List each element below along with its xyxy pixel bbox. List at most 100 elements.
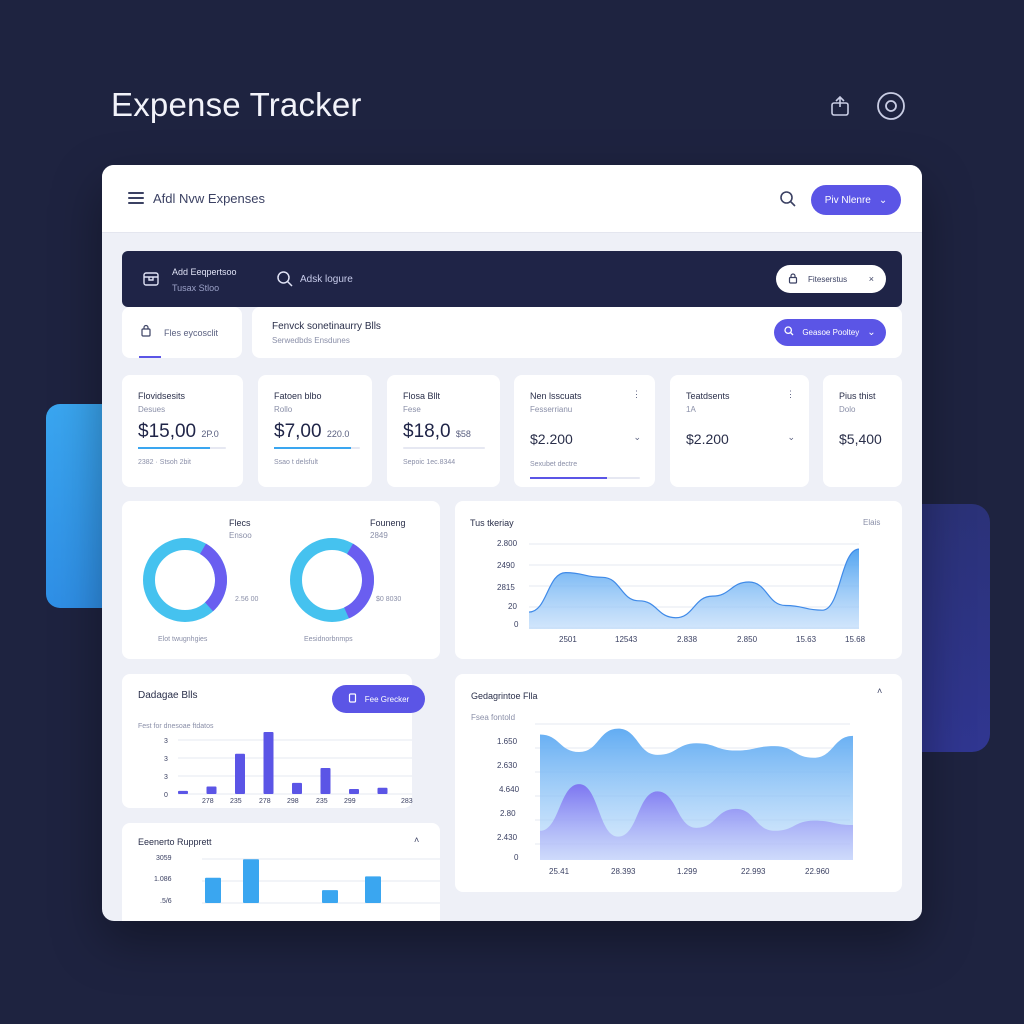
y-tick-label: 2.630 <box>497 761 518 770</box>
trend-chart-card: Tus tkeriay Elais 2.800 2490 2815 20 0 2… <box>455 501 902 659</box>
stat-value: $15,00 2P.0 <box>138 421 219 443</box>
x-tick-label: 283 <box>401 798 413 805</box>
donut-label: Founeng <box>370 518 406 528</box>
y-tick-label: 4.640 <box>499 785 520 794</box>
x-tick-label: 15.68 <box>845 635 866 644</box>
y-tick-label: 1.650 <box>497 737 518 746</box>
donut-caption: Elot twugnhgies <box>158 636 208 643</box>
stat-progress-fill <box>530 477 607 479</box>
chevron-down-icon[interactable]: ⌄ <box>633 432 641 443</box>
stat-value: $5,400 <box>839 431 882 447</box>
x-tick-label: 278 <box>259 798 271 805</box>
search-icon[interactable] <box>779 190 797 213</box>
more-icon[interactable]: ⋮ <box>786 389 795 400</box>
stat-card[interactable]: Fatoen blbo Rollo $7,00 220.0 Ssao t del… <box>258 375 372 487</box>
stat-title: Fatoen blbo <box>274 391 322 401</box>
y-tick-label: 2.800 <box>497 539 518 548</box>
y-tick-label: 2815 <box>497 583 515 592</box>
x-tick-label: 2501 <box>559 635 577 644</box>
top-bar: Afdl Nvw Expenses Piv Nlenre ⌄ <box>102 165 922 233</box>
y-tick-label: 2.430 <box>497 833 518 842</box>
stat-title: Flosa Bllt <box>403 391 441 401</box>
x-tick-label: 2.838 <box>677 635 698 644</box>
share-icon[interactable] <box>824 90 856 122</box>
y-tick-label: 3 <box>164 756 168 763</box>
close-icon[interactable]: × <box>869 274 874 284</box>
y-tick-label: 0 <box>514 853 519 862</box>
stat-amount: $15,00 <box>138 421 197 442</box>
x-tick-label: 278 <box>202 798 214 805</box>
secondary-action-button[interactable]: Geasoe Pooltey ⌄ <box>774 319 886 346</box>
tab-bills[interactable]: Fles eycosclit <box>122 307 242 358</box>
lock-icon <box>140 324 152 343</box>
stat-subtitle: Fese <box>403 405 421 414</box>
donut-label: Flecs <box>229 518 251 528</box>
stat-suffix: $58 <box>455 429 471 439</box>
x-tick-label: 28.393 <box>611 867 636 876</box>
trend-area <box>529 549 859 629</box>
bar <box>292 782 302 794</box>
donut-sublabel: Ensoo <box>229 531 252 540</box>
bar <box>205 877 221 903</box>
y-tick-label: 2490 <box>497 561 515 570</box>
bar <box>263 732 274 794</box>
bar <box>322 890 338 903</box>
banner-search-label[interactable]: Adsk logure <box>300 274 353 285</box>
y-tick-label: 20 <box>508 602 517 611</box>
header-banner: Add Eeqpertsoo Tusax Stloo Adsk logure F… <box>122 251 902 307</box>
y-tick-label: 3 <box>164 774 168 781</box>
stat-suffix: 2P.0 <box>201 429 219 439</box>
stat-title: Nen lsscuats <box>530 391 582 401</box>
stat-divider <box>403 447 485 449</box>
stat-card[interactable]: Nen lsscuats ⋮ Fesserrianu $2.200 ⌄ Sexu… <box>514 375 655 487</box>
filter-chip[interactable]: Fiteserstus × <box>776 265 886 293</box>
wallet-icon <box>142 270 160 293</box>
stat-footnote: Sepoic 1ec.8344 <box>403 459 456 466</box>
bar <box>377 787 388 794</box>
record-icon[interactable] <box>875 90 907 122</box>
donut-sublabel: 2849 <box>370 531 388 540</box>
bar-chart-card: Dadagae Blls Fee Grecker Fest for dnesoa… <box>122 674 425 808</box>
section-title: Fenvck sonetinaurry Blls <box>272 321 381 332</box>
stat-card[interactable]: Flovidsesits Desues $15,00 2P.0 2382 · S… <box>122 375 243 487</box>
banner-subheading: Tusax Stloo <box>172 283 220 293</box>
layered-area-chart <box>535 723 853 860</box>
stat-subtitle: Fesserrianu <box>530 405 573 414</box>
stat-amount: $7,00 <box>274 421 322 442</box>
stat-card[interactable]: Teatdsents ⋮ 1A $2.200 ⌄ <box>670 375 809 487</box>
chevron-down-icon: ⌄ <box>878 194 888 206</box>
bar <box>178 790 188 794</box>
x-tick-label: 22.993 <box>741 867 766 876</box>
bar <box>243 859 259 903</box>
stat-value: $2.200 <box>686 431 729 447</box>
search-icon[interactable] <box>276 270 294 293</box>
y-tick-label: .5/6 <box>160 898 172 905</box>
x-tick-label: 298 <box>287 798 299 805</box>
chevron-down-icon: ⌄ <box>867 327 876 338</box>
stat-card[interactable]: Flosa Bllt Fese $18,0 $58 Sepoic 1ec.834… <box>387 375 500 487</box>
stat-progress-fill <box>274 447 352 449</box>
stat-card[interactable]: Pius thist Dolo $5,400 <box>823 375 902 487</box>
stat-progress-track <box>138 447 226 449</box>
donut-chart-card: Flecs Ensoo 2.56 00 Elot twugnhgies Foun… <box>122 501 440 659</box>
stat-progress-track <box>530 477 640 479</box>
more-icon[interactable]: ⋮ <box>632 389 641 400</box>
chevron-down-icon[interactable]: ⌄ <box>787 432 795 443</box>
menu-icon[interactable] <box>128 192 144 204</box>
stat-title: Flovidsesits <box>138 391 186 401</box>
stat-progress-fill <box>138 447 211 449</box>
primary-action-button[interactable]: Piv Nlenre ⌄ <box>811 185 901 215</box>
stat-subtitle: Rollo <box>274 405 293 414</box>
x-tick-label: 15.63 <box>796 635 817 644</box>
primary-action-label: Piv Nlenre <box>824 194 871 206</box>
stat-value: $2.200 <box>530 431 573 447</box>
x-tick-label: 25.41 <box>549 867 570 876</box>
active-tab-indicator <box>139 356 161 358</box>
bar <box>206 786 217 794</box>
x-tick-label: 235 <box>316 798 328 805</box>
area-chart-card: Gedagrintoe Flla ˄ Fsea fontold 1.650 2.… <box>455 674 902 892</box>
stat-footnote: 2382 · Stsoh 2bit <box>138 459 191 466</box>
y-tick-label: 0 <box>514 620 519 629</box>
app-window: Afdl Nvw Expenses Piv Nlenre ⌄ Add Eeqpe… <box>102 165 922 921</box>
bar <box>349 789 359 794</box>
